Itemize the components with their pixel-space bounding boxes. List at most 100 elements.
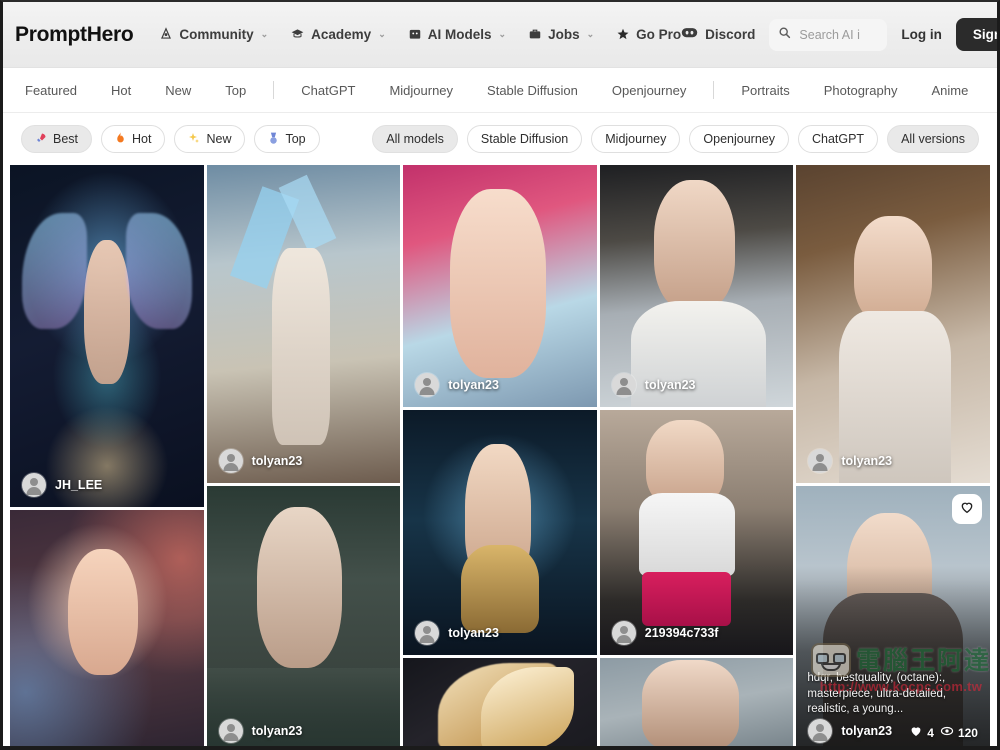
subnav-item-chatgpt[interactable]: ChatGPT	[284, 83, 372, 98]
box-icon	[408, 27, 422, 43]
image-card[interactable]: 219394c733f	[599, 410, 794, 655]
card-artwork-detail	[461, 544, 539, 633]
image-card[interactable]	[403, 658, 597, 746]
card-user[interactable]: 219394c733f	[611, 621, 718, 645]
card-user[interactable]: tolyan23	[218, 719, 302, 743]
favorite-button[interactable]	[951, 494, 982, 524]
image-card[interactable]: tolyan23	[599, 165, 794, 407]
search-icon	[778, 26, 791, 44]
site-header: PromptHero Community ⌄ Academy ⌄ AI Mode…	[3, 2, 997, 68]
filter-pill-chatgpt[interactable]: ChatGPT	[797, 125, 879, 153]
filter-pill-hot[interactable]: Hot	[101, 125, 166, 153]
card-user[interactable]: tolyan23	[218, 449, 303, 473]
filter-pill-midjourney[interactable]: Midjourney	[591, 125, 681, 153]
filter-pill-all-versions[interactable]: All versions	[887, 125, 979, 153]
login-link[interactable]: Log in	[901, 27, 942, 42]
card-username: tolyan23	[251, 454, 303, 468]
view-count-value: 120	[957, 725, 978, 740]
subnav-item-fashion[interactable]: Fashion	[985, 83, 997, 98]
image-grid: JH_LEE tolyan23 tolyan23 tolyan23 tolyan…	[3, 165, 997, 746]
subnav-item-new[interactable]: New	[148, 83, 208, 98]
filter-bar: Best Hot New Top All models Stable Diffu…	[3, 113, 997, 165]
nav-item-go-pro[interactable]: Go Pro	[616, 27, 681, 43]
filter-pill-top[interactable]: Top	[254, 125, 320, 153]
chevron-down-icon: ⌄	[586, 29, 595, 39]
subnav-item-photography[interactable]: Photography	[807, 83, 915, 98]
image-card[interactable]	[10, 510, 204, 746]
subnav-item-stable-diffusion[interactable]: Stable Diffusion	[470, 83, 595, 98]
nav-item-ai-models[interactable]: AI Models ⌄	[408, 27, 506, 43]
avatar	[808, 719, 833, 743]
image-card-hovered[interactable]: hdqr, bestquality, (octane):, masterpiec…	[796, 486, 990, 746]
fire-icon	[115, 131, 126, 147]
subnav-item-midjourney[interactable]: Midjourney	[372, 83, 470, 98]
secondary-nav: Featured Hot New Top ChatGPT Midjourney …	[3, 68, 997, 113]
site-logo[interactable]: PromptHero	[15, 23, 134, 47]
filter-pill-stable-diffusion[interactable]: Stable Diffusion	[466, 125, 583, 153]
heart-filled-icon	[909, 724, 923, 741]
card-artwork-detail	[854, 215, 932, 324]
subnav-item-anime[interactable]: Anime	[914, 83, 985, 98]
card-user[interactable]: tolyan23	[808, 449, 892, 473]
card-stats: 4 120	[909, 724, 978, 741]
image-card[interactable]: tolyan23	[403, 410, 597, 655]
header-right-nav: Discord Log in Sign up	[681, 18, 997, 51]
card-artwork-detail	[68, 548, 138, 676]
avatar	[611, 373, 636, 397]
chevron-down-icon: ⌄	[378, 29, 386, 39]
grid-column-3: tolyan23 tolyan23	[403, 165, 597, 746]
image-card[interactable]: tolyan23	[206, 486, 401, 746]
nav-item-community[interactable]: Community ⌄	[159, 26, 269, 43]
rocket-icon	[35, 132, 47, 146]
subnav-item-portraits[interactable]: Portraits	[724, 83, 806, 98]
nav-item-academy[interactable]: Academy ⌄	[290, 27, 386, 43]
like-count-value: 4	[927, 725, 934, 740]
image-card[interactable]	[599, 658, 794, 746]
card-artwork-detail	[642, 571, 732, 626]
card-user[interactable]: tolyan23	[611, 373, 696, 397]
nav-label-community: Community	[179, 27, 254, 42]
card-user[interactable]: tolyan23	[415, 621, 499, 645]
image-card[interactable]: tolyan23	[206, 165, 401, 483]
primary-nav: Community ⌄ Academy ⌄ AI Models ⌄ Jobs ⌄…	[159, 26, 681, 43]
search-box[interactable]	[769, 18, 888, 51]
avatar	[415, 373, 440, 397]
card-prompt-text: hdqr, bestquality, (octane):, masterpiec…	[807, 672, 947, 715]
briefcase-icon	[528, 27, 542, 43]
card-username: tolyan23	[841, 454, 893, 468]
subnav-item-featured[interactable]: Featured	[19, 83, 94, 98]
discord-link[interactable]: Discord	[681, 26, 755, 43]
image-card[interactable]: tolyan23	[403, 165, 597, 407]
grid-column-5: tolyan23 hdqr, bestquality, (octane):, m…	[796, 165, 990, 746]
filter-label-hot: Hot	[132, 132, 152, 146]
signup-button[interactable]: Sign up	[955, 18, 997, 51]
filter-pill-best[interactable]: Best	[21, 125, 93, 153]
image-card[interactable]: tolyan23	[796, 165, 990, 483]
card-username: tolyan23	[644, 378, 696, 392]
search-input[interactable]	[799, 27, 879, 42]
sparkles-icon	[188, 132, 200, 146]
subnav-divider	[273, 81, 275, 99]
grid-column-4: tolyan23 219394c733f	[599, 165, 794, 746]
card-user[interactable]: JH_LEE	[22, 473, 102, 497]
image-card[interactable]: JH_LEE	[10, 165, 204, 507]
medal-icon	[268, 132, 279, 147]
nav-item-jobs[interactable]: Jobs ⌄	[528, 27, 594, 43]
sort-filter-group: Best Hot New Top	[21, 125, 320, 153]
chevron-down-icon: ⌄	[260, 29, 269, 39]
filter-label-top: Top	[285, 132, 306, 146]
filter-pill-openjourney[interactable]: Openjourney	[689, 125, 789, 153]
filter-pill-all-models[interactable]: All models	[372, 125, 458, 153]
subnav-item-hot[interactable]: Hot	[94, 83, 148, 98]
subnav-item-top[interactable]: Top	[208, 83, 263, 98]
avatar	[808, 449, 833, 473]
discord-label: Discord	[705, 27, 756, 42]
page-root: PromptHero Community ⌄ Academy ⌄ AI Mode…	[3, 2, 997, 746]
avatar	[218, 719, 243, 743]
people-icon	[159, 26, 173, 43]
filter-pill-new[interactable]: New	[174, 125, 246, 153]
filter-label-best: Best	[53, 132, 79, 146]
subnav-item-openjourney[interactable]: Openjourney	[595, 83, 703, 98]
card-user[interactable]: tolyan23	[808, 719, 892, 743]
card-user[interactable]: tolyan23	[415, 373, 499, 397]
